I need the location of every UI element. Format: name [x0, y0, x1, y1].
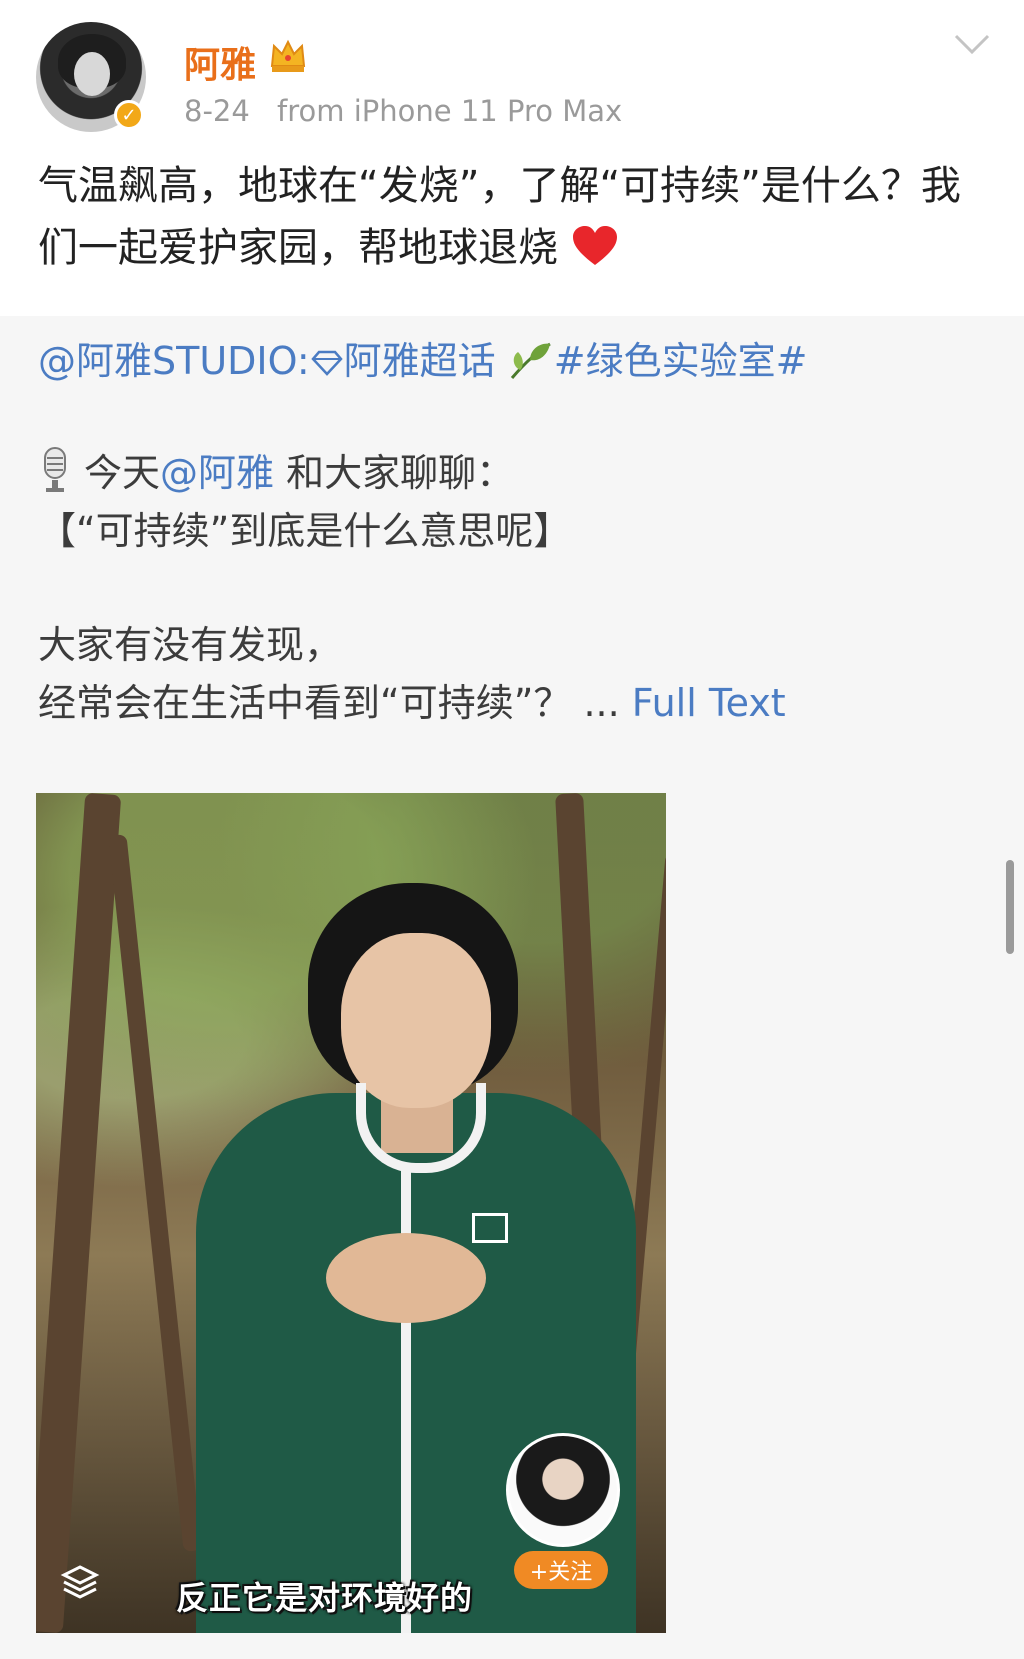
repost-line-5: 经常会在生活中看到“可持续”？ ... Full Text [38, 672, 786, 727]
video-caption: 反正它是对环境好的 [176, 1579, 474, 1617]
username[interactable]: 阿雅 [184, 36, 256, 88]
person-face [341, 933, 491, 1108]
repost-line-4: 大家有没有发现， [38, 623, 343, 667]
post-source: from iPhone 11 Pro Max [277, 94, 623, 128]
layers-icon[interactable] [60, 1563, 100, 1603]
repost-line-2: 今天@阿雅 和大家聊聊： [38, 442, 514, 497]
gem-icon [310, 350, 343, 376]
verified-badge-icon: ✓ [114, 100, 144, 130]
follow-button[interactable]: +关注 [514, 1551, 608, 1589]
mic-icon [44, 447, 66, 492]
creator-avatar[interactable] [506, 1433, 620, 1547]
author-link[interactable]: @阿雅STUDIO: [38, 339, 310, 383]
scrollbar[interactable] [1006, 860, 1014, 954]
post-header: ✓ 阿雅 8-24 from iPhone 11 Pro Max 气温飙高，地球… [0, 0, 1024, 316]
post-text: 气温飙高，地球在“发烧”，了解“可持续”是什么？我们一起爱护家园，帮地球退烧 [38, 155, 988, 279]
full-text-link[interactable]: Full Text [632, 681, 786, 725]
crown-icon[interactable] [268, 36, 308, 74]
repost-line-2-prefix: 今天 [84, 451, 161, 495]
post-date: 8-24 [184, 94, 250, 128]
post-meta: 8-24 from iPhone 11 Pro Max [184, 94, 622, 128]
chevron-down-icon[interactable] [952, 30, 992, 58]
supertopic-link[interactable]: 阿雅超话 [344, 339, 496, 383]
repost-line-5-text: 经常会在生活中看到“可持续”？ ... [38, 681, 620, 725]
jacket-logo [472, 1213, 508, 1243]
heart-icon [572, 226, 617, 265]
repost-line-3: 【“可持续”到底是什么意思呢】 [38, 509, 572, 553]
post-text-content: 气温飙高，地球在“发烧”，了解“可持续”是什么？我们一起爱护家园，帮地球退烧 [38, 163, 961, 271]
repost-line-2-suffix: 和大家聊聊： [274, 451, 515, 495]
video-thumbnail[interactable]: 反正它是对环境好的 +关注 [36, 793, 666, 1633]
leaf-icon [510, 342, 551, 379]
mention-link[interactable]: @阿雅 [160, 451, 274, 495]
hashtag-link[interactable]: #绿色实验室# [554, 339, 808, 383]
avatar-face [74, 52, 110, 96]
person-hands [326, 1233, 486, 1323]
repost-line-1: @阿雅STUDIO: 阿雅超话 #绿色实验室# [38, 330, 807, 385]
